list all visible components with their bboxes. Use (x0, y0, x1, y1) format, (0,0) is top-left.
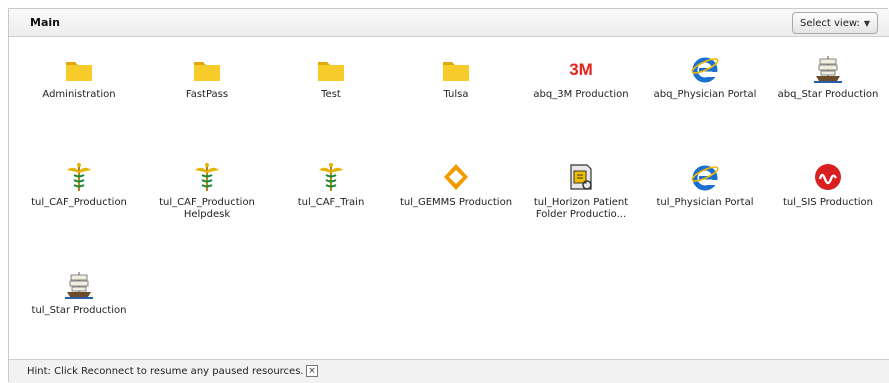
resource-label: abq_3M Production (533, 89, 629, 100)
resource-label: tul_SIS Production (782, 197, 874, 208)
resource-tul-caf-production-helpdesk[interactable]: tul_CAF_Production Helpdesk (144, 161, 270, 221)
ship-icon (814, 56, 842, 83)
resource-tul-caf-train[interactable]: tul_CAF_Train (268, 161, 394, 209)
internet-explorer-icon (691, 57, 719, 83)
resource-tul-gemms-production[interactable]: tul_GEMMS Production (393, 161, 519, 209)
resource-label: tul_CAF_Production (31, 197, 127, 208)
folder-icon (194, 62, 220, 81)
resource-label: tul_GEMMS Production (399, 197, 513, 208)
resource-abq-star-production[interactable]: abq_Star Production (765, 53, 889, 101)
3m-logo-icon: 3M (569, 60, 593, 79)
page-title: Main (30, 16, 60, 29)
caduceus-icon (67, 163, 91, 191)
resource-label: Administration (42, 89, 116, 100)
select-view-button[interactable]: Select view: ▼ (792, 12, 878, 34)
hint-bar: Hint: Click Reconnect to resume any paus… (9, 359, 889, 383)
resource-label: tul_Horizon Patient Folder Productio... (533, 197, 629, 220)
resource-label: FastPass (185, 89, 229, 100)
caduceus-icon (319, 163, 343, 191)
close-icon[interactable]: × (306, 365, 318, 377)
resource-label: tul_CAF_Production Helpdesk (159, 197, 255, 220)
patient-folder-icon (570, 164, 592, 190)
resource-label: abq_Physician Portal (653, 89, 757, 100)
resource-tul-sis-production[interactable]: tul_SIS Production (765, 161, 889, 209)
resource-abq-physician-portal[interactable]: abq_Physician Portal (642, 53, 768, 101)
folder-icon (66, 62, 92, 81)
chevron-down-icon: ▼ (863, 18, 871, 28)
select-view-label: Select view: (799, 17, 860, 29)
resource-abq-3m-production[interactable]: 3M abq_3M Production (518, 53, 644, 101)
gemms-diamond-icon (444, 164, 468, 190)
folder-icon (318, 62, 344, 81)
resource-label: Test (321, 89, 341, 100)
caduceus-icon (195, 163, 219, 191)
svg-text:3M: 3M (569, 60, 593, 79)
panel-header: Main Select view: ▼ (9, 9, 889, 37)
ship-icon (65, 272, 93, 299)
internet-explorer-icon (691, 165, 719, 191)
resource-tulsa[interactable]: Tulsa (393, 53, 519, 101)
resource-tul-physician-portal[interactable]: tul_Physician Portal (642, 161, 768, 209)
resource-fastpass[interactable]: FastPass (144, 53, 270, 101)
resource-tul-horizon-patient-folder[interactable]: tul_Horizon Patient Folder Productio... (518, 161, 644, 221)
sis-logo-icon (815, 164, 841, 190)
resource-administration[interactable]: Administration (16, 53, 142, 101)
hint-text: Hint: Click Reconnect to resume any paus… (27, 366, 304, 377)
resource-label: tul_CAF_Train (297, 197, 365, 208)
resource-tul-caf-production[interactable]: tul_CAF_Production (16, 161, 142, 209)
resource-test[interactable]: Test (268, 53, 394, 101)
folder-icon (443, 62, 469, 81)
resource-label: abq_Star Production (777, 89, 879, 100)
resource-label: Tulsa (443, 89, 469, 100)
resource-grid: Administration FastPass Test Tulsa 3M ab… (9, 37, 889, 359)
resource-tul-star-production[interactable]: tul_Star Production (16, 269, 142, 317)
resource-label: tul_Star Production (31, 305, 127, 316)
resource-label: tul_Physician Portal (656, 197, 754, 208)
